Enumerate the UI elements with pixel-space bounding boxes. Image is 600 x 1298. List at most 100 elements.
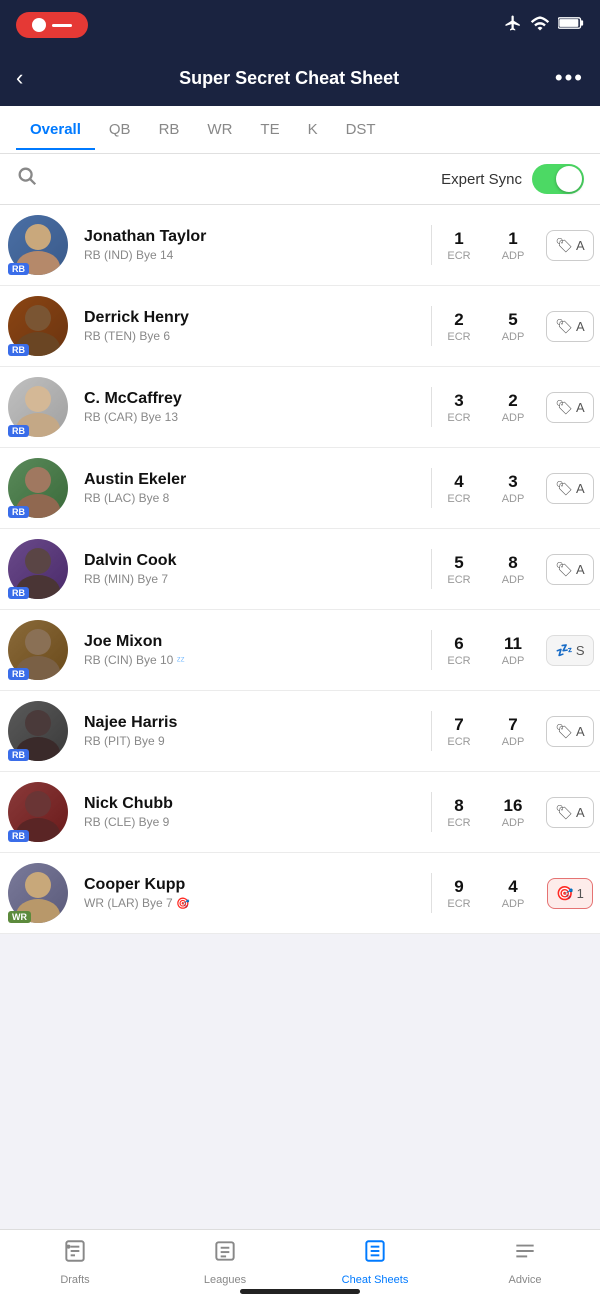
table-row[interactable]: RB Austin Ekeler RB (LAC) Bye 8 4 ECR 3 … [0,448,600,529]
adp-label: ADP [486,817,540,829]
nav-item-advice[interactable]: Advice [490,1238,560,1286]
action-button[interactable]: 🏷 A [546,797,593,828]
action-col: 🏷 A [540,554,600,585]
player-meta: WR (LAR) Bye 7 🎯 [84,896,431,910]
adp-label: ADP [486,250,540,262]
adp-col: 7 ADP [486,715,540,748]
ecr-label: ECR [432,898,486,910]
table-row[interactable]: RB Nick Chubb RB (CLE) Bye 9 8 ECR 16 AD… [0,772,600,853]
action-label: A [576,805,585,820]
action-button[interactable]: 🏷 A [546,230,593,261]
adp-value: 1 [486,229,540,249]
action-button[interactable]: 🏷 A [546,392,593,423]
nav-item-cheatsheets[interactable]: Cheat Sheets [340,1238,410,1286]
table-row[interactable]: RB Dalvin Cook RB (MIN) Bye 7 5 ECR 8 AD… [0,529,600,610]
table-row[interactable]: RB C. McCaffrey RB (CAR) Bye 13 3 ECR 2 … [0,367,600,448]
more-button[interactable]: ••• [555,65,584,91]
ecr-label: ECR [432,574,486,586]
adp-label: ADP [486,574,540,586]
target-action-icon: 🎯 [556,885,573,902]
nav-item-leagues[interactable]: Leagues [190,1238,260,1286]
ecr-label: ECR [432,493,486,505]
ecr-value: 3 [432,391,486,411]
avatar-wrap: RB [8,620,74,680]
adp-value: 11 [486,634,540,654]
player-info: Austin Ekeler RB (LAC) Bye 8 [74,471,431,505]
adp-value: 4 [486,877,540,897]
ecr-label: ECR [432,817,486,829]
tab-rb[interactable]: RB [145,109,194,150]
action-button[interactable]: 🏷 A [546,554,593,585]
player-info: Nick Chubb RB (CLE) Bye 9 [74,795,431,829]
player-meta: RB (PIT) Bye 9 [84,734,431,748]
adp-value: 7 [486,715,540,735]
expert-sync-toggle[interactable] [532,164,584,194]
ecr-col: 9 ECR [432,877,486,910]
tag-icon: 🏷 [555,480,573,497]
adp-col: 2 ADP [486,391,540,424]
action-button[interactable]: 🏷 A [546,473,593,504]
record-dot [32,18,46,32]
action-button[interactable]: 💤 S [546,635,593,666]
nav-label-drafts: Drafts [60,1274,89,1286]
adp-value: 16 [486,796,540,816]
battery-icon [558,16,584,35]
tab-k[interactable]: K [294,109,332,150]
player-name: Dalvin Cook [84,552,431,570]
search-icon [16,165,38,193]
position-badge: RB [8,749,29,761]
tab-dst[interactable]: DST [332,109,390,150]
action-col: 🏷 A [540,392,600,423]
table-row[interactable]: RB Najee Harris RB (PIT) Bye 9 7 ECR 7 A… [0,691,600,772]
ecr-label: ECR [432,331,486,343]
action-button[interactable]: 🎯 1 [547,878,593,909]
player-meta-text: WR (LAR) Bye 7 [84,896,173,910]
nav-label-advice: Advice [508,1274,541,1286]
action-label: A [576,319,585,334]
adp-value: 5 [486,310,540,330]
airplane-icon [504,14,522,37]
table-row[interactable]: RB Joe Mixon RB (CIN) Bye 10 ᶻᶻ 6 ECR 11… [0,610,600,691]
action-col: 🏷 A [540,311,600,342]
ecr-label: ECR [432,655,486,667]
nav-item-drafts[interactable]: Drafts [40,1238,110,1286]
action-button[interactable]: 🏷 A [546,716,593,747]
drafts-icon [62,1238,88,1271]
tag-icon: 🏷 [555,561,573,578]
position-badge: RB [8,263,29,275]
nav-label-cheatsheets: Cheat Sheets [342,1274,409,1286]
ecr-label: ECR [432,736,486,748]
player-list: RB Jonathan Taylor RB (IND) Bye 14 1 ECR… [0,205,600,934]
search-bar: Expert Sync [0,154,600,205]
ecr-col: 6 ECR [432,634,486,667]
toggle-knob [556,166,582,192]
avatar-wrap: RB [8,215,74,275]
adp-col: 3 ADP [486,472,540,505]
tab-overall[interactable]: Overall [16,109,95,150]
header-title: Super Secret Cheat Sheet [179,68,399,89]
position-badge: RB [8,830,29,842]
ecr-value: 5 [432,553,486,573]
tab-qb[interactable]: QB [95,109,145,150]
back-button[interactable]: ‹ [16,65,23,91]
record-button[interactable] [16,12,88,38]
table-row[interactable]: WR Cooper Kupp WR (LAR) Bye 7 🎯 9 ECR 4 … [0,853,600,934]
ecr-value: 1 [432,229,486,249]
action-label: A [576,562,585,577]
table-row[interactable]: RB Jonathan Taylor RB (IND) Bye 14 1 ECR… [0,205,600,286]
ecr-value: 8 [432,796,486,816]
player-name: Austin Ekeler [84,471,431,489]
tab-te[interactable]: TE [246,109,293,150]
bottom-nav: Drafts Leagues Cheat Sheets [0,1229,600,1298]
status-icons [504,14,584,37]
leagues-icon [212,1238,238,1271]
avatar-wrap: RB [8,701,74,761]
tag-icon: 🏷 [555,804,573,821]
action-label: S [576,643,585,658]
expert-sync-label: Expert Sync [441,171,522,188]
action-col: 🏷 A [540,797,600,828]
action-button[interactable]: 🏷 A [546,311,593,342]
table-row[interactable]: RB Derrick Henry RB (TEN) Bye 6 2 ECR 5 … [0,286,600,367]
tab-wr[interactable]: WR [193,109,246,150]
search-wrap[interactable] [16,165,38,193]
